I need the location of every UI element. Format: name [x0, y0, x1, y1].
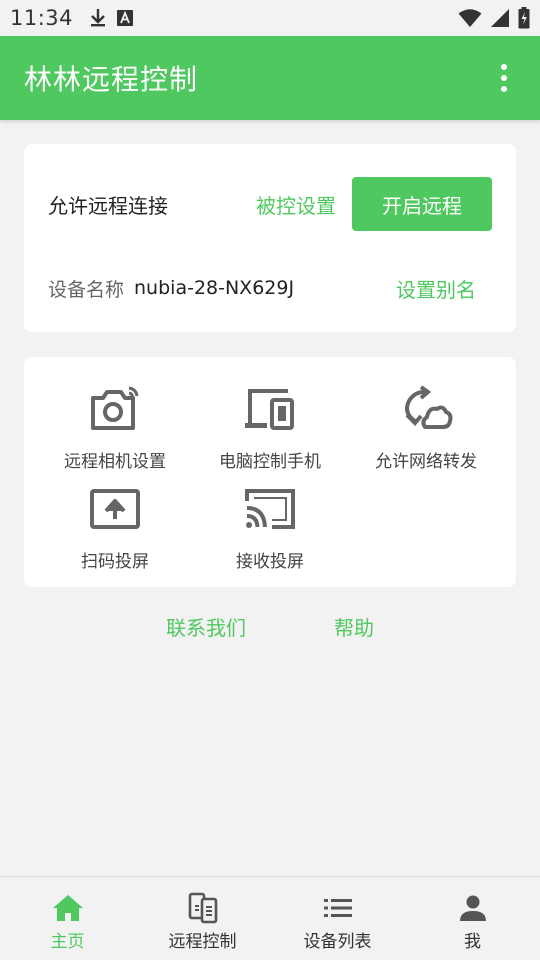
signal-icon — [491, 9, 509, 27]
network-forward-icon — [405, 385, 453, 429]
nav-label: 设备列表 — [303, 932, 372, 952]
camera-icon — [91, 386, 139, 430]
battery-charging-icon — [518, 7, 530, 29]
person-icon — [459, 895, 486, 921]
nav-label: 我 — [464, 932, 481, 952]
feature-allow-network-forward[interactable]: 允许网络转发 — [351, 381, 501, 479]
allow-remote-label: 允许远程连接 — [48, 193, 168, 218]
system-icons — [458, 7, 530, 29]
nav-device-list[interactable]: 设备列表 — [270, 877, 405, 960]
remote-connection-card: 允许远程连接 被控设置 开启远程 设备名称 nubia-28-NX629J 设置… — [24, 144, 516, 332]
nav-home[interactable]: 主页 — [0, 877, 135, 960]
feature-label: 远程相机设置 — [64, 452, 166, 472]
status-bar: 11:34 — [0, 0, 540, 36]
wifi-icon — [458, 9, 482, 27]
contact-us-link[interactable]: 联系我们 — [166, 610, 246, 646]
help-link[interactable]: 帮助 — [334, 610, 374, 646]
nav-me[interactable]: 我 — [405, 877, 540, 960]
home-icon — [52, 895, 83, 921]
list-icon — [323, 899, 352, 917]
app-bar: 林林远程控制 — [0, 36, 540, 120]
app-title: 林林远程控制 — [24, 63, 199, 96]
device-name-label: 设备名称 — [48, 278, 125, 301]
cast-icon — [245, 489, 295, 529]
devices-icon — [245, 389, 294, 430]
bottom-nav: 主页 远程控制 设备列表 我 — [0, 876, 540, 960]
feature-remote-camera-settings[interactable]: 远程相机设置 — [40, 381, 190, 479]
nav-label: 主页 — [50, 932, 85, 952]
notification-icons — [89, 8, 134, 28]
device-name-value: nubia-28-NX629J — [134, 277, 295, 299]
screen-upload-icon — [90, 489, 140, 529]
feature-label: 电脑控制手机 — [219, 452, 321, 472]
nav-label: 远程控制 — [168, 932, 237, 952]
feature-pc-control-phone[interactable]: 电脑控制手机 — [195, 381, 345, 479]
download-icon — [91, 9, 106, 27]
device-name-row: 设备名称 nubia-28-NX629J 设置别名 — [48, 270, 476, 306]
nav-remote-control[interactable]: 远程控制 — [135, 877, 270, 960]
start-remote-button[interactable]: 开启远程 — [352, 177, 492, 231]
remote-control-icon — [188, 892, 217, 924]
status-time: 11:34 — [10, 6, 74, 30]
allow-remote-row: 允许远程连接 被控设置 开启远程 — [48, 177, 492, 231]
feature-label: 接收投屏 — [236, 552, 304, 572]
a-notification-icon — [117, 10, 134, 26]
feature-label: 允许网络转发 — [375, 452, 477, 472]
footer-links: 联系我们 帮助 — [0, 610, 540, 646]
features-card: 远程相机设置 电脑控制手机 允许网络转发 扫码投屏 接收投屏 — [24, 357, 516, 587]
more-vert-icon[interactable] — [492, 58, 516, 98]
feature-label: 扫码投屏 — [81, 552, 149, 572]
feature-scan-screen-cast[interactable]: 扫码投屏 — [40, 481, 190, 579]
set-alias-link[interactable]: 设置别名 — [396, 274, 476, 303]
feature-receive-screen-cast[interactable]: 接收投屏 — [195, 481, 345, 579]
controlled-settings-link[interactable]: 被控设置 — [256, 190, 336, 219]
